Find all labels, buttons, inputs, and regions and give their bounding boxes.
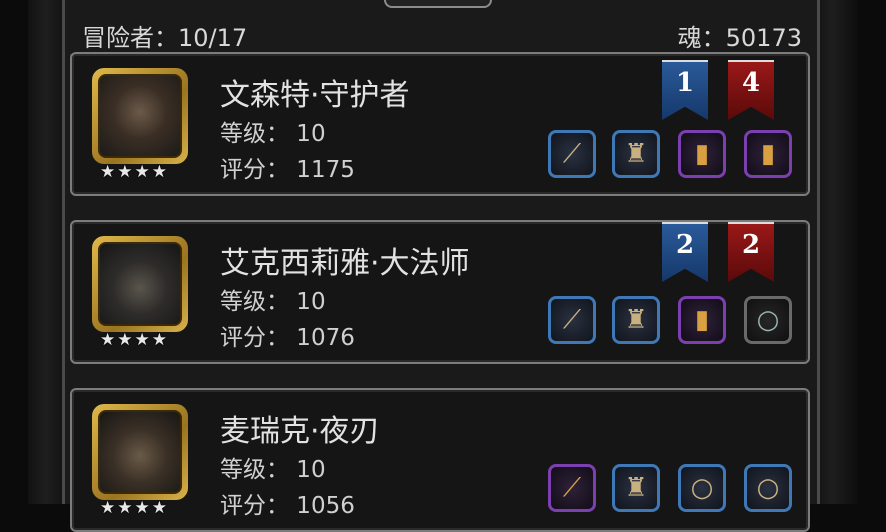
hero-level: 等级： 10	[220, 457, 326, 483]
hero-score: 评分： 1175	[220, 157, 355, 183]
soul-currency: 魂：50173	[678, 18, 802, 53]
soul-label: 魂：	[677, 24, 726, 52]
staff-icon[interactable]: ⟋	[548, 296, 596, 344]
armor-icon[interactable]: ♜	[612, 296, 660, 344]
hero-face-image	[98, 74, 182, 158]
red-rank-badge: 4	[728, 60, 774, 120]
adventurers-count-value: 10/17	[178, 24, 248, 52]
ring-icon[interactable]: ○	[678, 464, 726, 512]
hero-card[interactable]: ★★★★ 文森特·守护者 等级： 10 评分： 1175 1 4 ⟋ ♜ ▮ ▮	[70, 52, 810, 196]
hero-portrait[interactable]	[92, 236, 188, 332]
rank-stars: ★★★★	[100, 162, 169, 182]
adventurer-count: 冒险者：10/17	[82, 18, 247, 53]
roster-header: 冒险者：10/17 魂：50173	[62, 12, 814, 54]
hero-face-image	[98, 242, 182, 326]
hero-card[interactable]: ★★★★ 艾克西莉雅·大法师 等级： 10 评分： 1076 2 2 ⟋ ♜ ▮…	[70, 220, 810, 364]
hero-name: 麦瑞克·夜刃	[220, 414, 380, 449]
hero-name: 艾克西莉雅·大法师	[220, 246, 470, 281]
soul-value: 50173	[725, 24, 802, 52]
hero-portrait[interactable]	[92, 68, 188, 164]
dagger-icon[interactable]: ⟋	[548, 130, 596, 178]
ring-icon[interactable]: ○	[744, 464, 792, 512]
hero-score: 评分： 1056	[220, 493, 355, 519]
blue-rank-badge: 2	[662, 222, 708, 282]
armor-icon[interactable]: ♜	[612, 130, 660, 178]
hero-level: 等级： 10	[220, 121, 326, 147]
hero-score: 评分： 1076	[220, 325, 355, 351]
scroll-icon[interactable]: ▮	[678, 130, 726, 178]
blade-icon[interactable]: ⟋	[548, 464, 596, 512]
hero-level: 等级： 10	[220, 289, 326, 315]
rank-stars: ★★★★	[100, 330, 169, 350]
scroll-icon[interactable]: ▮	[744, 130, 792, 178]
hero-face-image	[98, 410, 182, 494]
adventurers-label: 冒险者：	[82, 24, 178, 52]
hero-name: 文森特·守护者	[220, 78, 410, 113]
top-ornament	[384, 0, 492, 8]
blue-rank-badge: 1	[662, 60, 708, 120]
red-rank-badge: 2	[728, 222, 774, 282]
hero-portrait[interactable]	[92, 404, 188, 500]
armor-icon[interactable]: ♜	[612, 464, 660, 512]
ring-icon[interactable]: ○	[744, 296, 792, 344]
hero-card[interactable]: ★★★★ 麦瑞克·夜刃 等级： 10 评分： 1056 ⟋ ♜ ○ ○	[70, 388, 810, 532]
rank-stars: ★★★★	[100, 498, 169, 518]
scroll-icon[interactable]: ▮	[678, 296, 726, 344]
